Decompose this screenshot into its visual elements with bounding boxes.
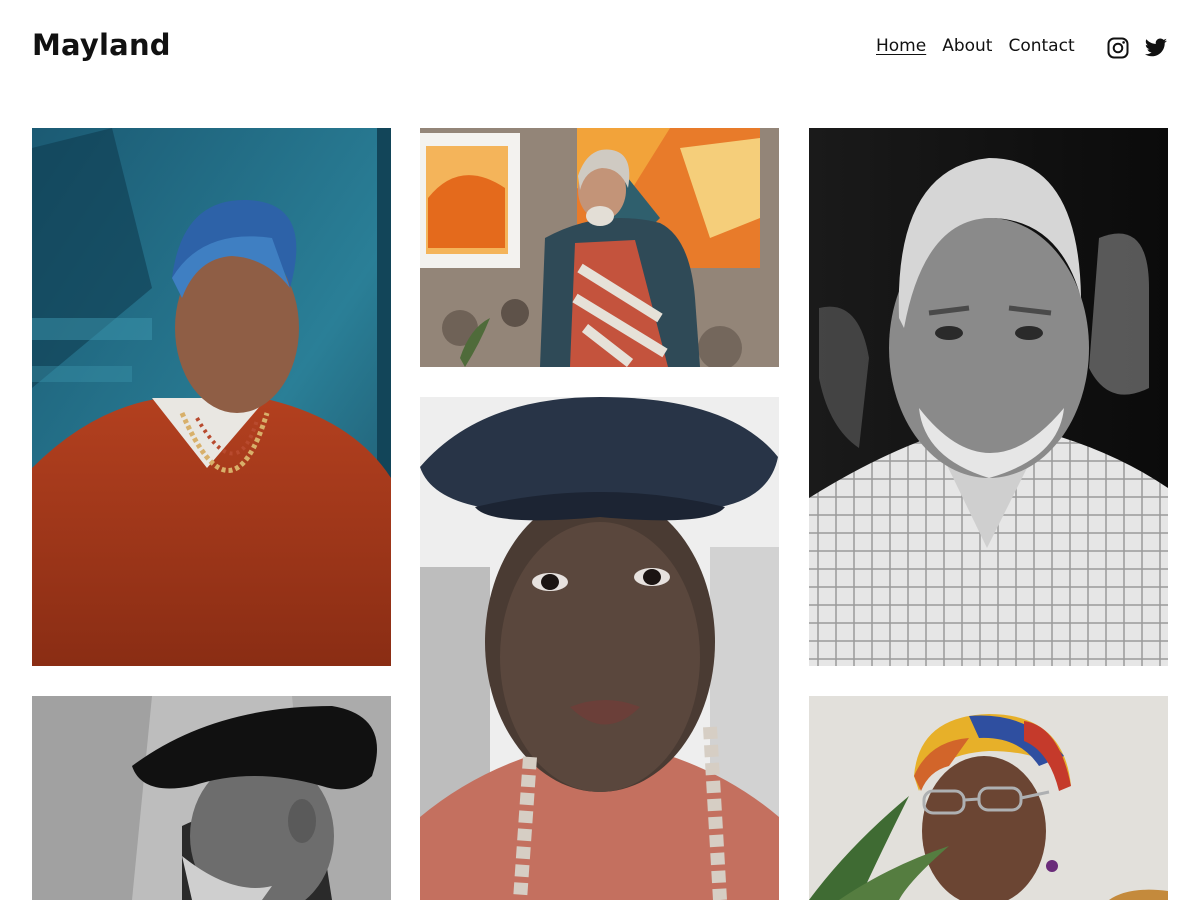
twitter-icon[interactable] <box>1144 36 1168 60</box>
photo-woman-colorful-headwrap[interactable] <box>809 696 1168 900</box>
photo-man-black-cap[interactable] <box>32 696 391 900</box>
main-nav: Home About Contact <box>876 36 1075 56</box>
photo-woman-blue-headscarf[interactable] <box>32 128 391 666</box>
photo-painter-apron-image <box>420 128 779 367</box>
instagram-icon[interactable] <box>1106 36 1130 60</box>
photo-woman-colorful-headwrap-image <box>809 696 1168 900</box>
nav-home-link[interactable]: Home <box>876 36 926 56</box>
nav-about-link[interactable]: About <box>942 36 992 56</box>
photo-man-black-cap-image <box>32 696 391 900</box>
photo-young-man-cap-image <box>420 397 779 900</box>
photo-young-man-cap[interactable] <box>420 397 779 900</box>
nav-contact-link[interactable]: Contact <box>1008 36 1074 56</box>
photo-man-white-beard-image <box>809 128 1168 666</box>
site-logo[interactable]: Mayland <box>32 28 171 62</box>
photo-painter-apron[interactable] <box>420 128 779 367</box>
photo-woman-blue-headscarf-image <box>32 128 391 666</box>
photo-man-white-beard[interactable] <box>809 128 1168 666</box>
site-header: Mayland Home About Contact <box>0 0 1200 100</box>
social-links <box>1106 36 1168 60</box>
